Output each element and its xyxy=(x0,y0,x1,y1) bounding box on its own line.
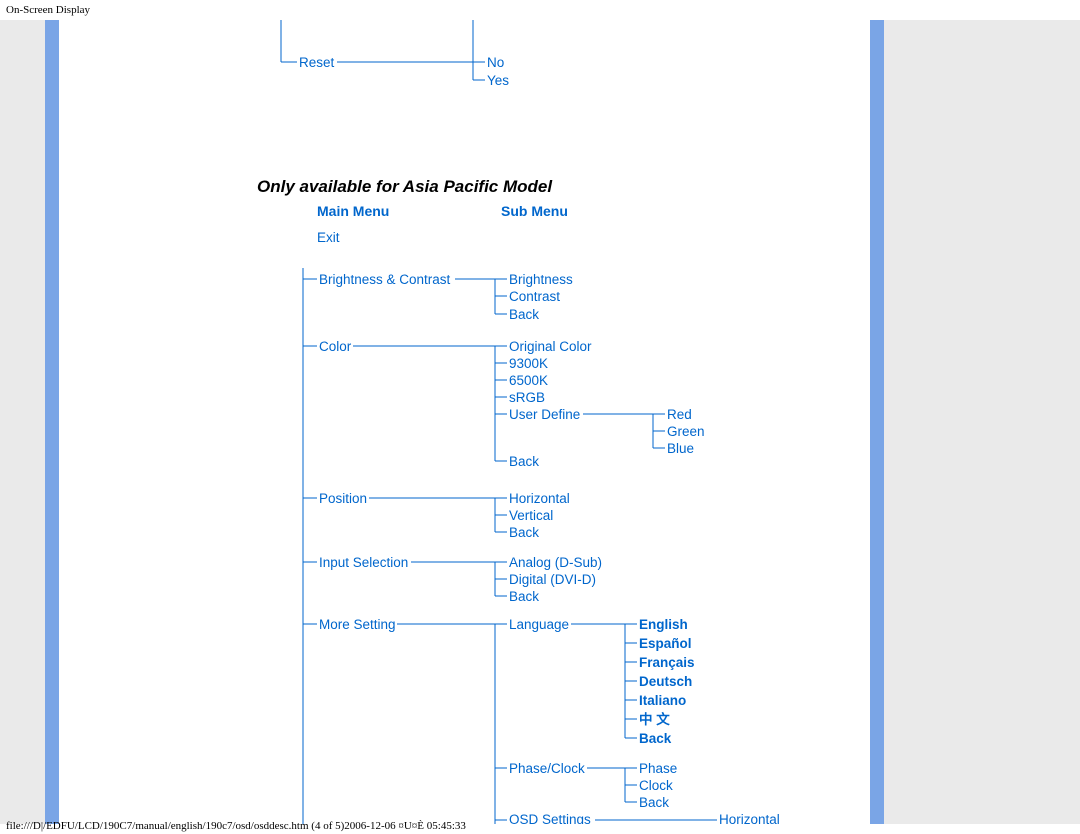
label-only-asia: Only available for Asia Pacific Model xyxy=(257,177,553,196)
label-main-menu: Main Menu xyxy=(317,203,389,219)
page-header: On-Screen Display xyxy=(0,0,1080,20)
label-back-3: Back xyxy=(509,525,539,540)
page-footer: file:///D|/EDFU/LCD/190C7/manual/english… xyxy=(6,820,466,832)
label-english: English xyxy=(639,617,688,632)
label-contrast: Contrast xyxy=(509,289,560,304)
label-back-5: Back xyxy=(639,731,672,746)
label-back-1: Back xyxy=(509,307,539,322)
label-brightness-contrast: Brightness & Contrast xyxy=(319,272,451,287)
label-9300k: 9300K xyxy=(509,356,548,371)
label-more-setting: More Setting xyxy=(319,617,396,632)
label-chinese: 中 文 xyxy=(639,711,670,727)
label-espanol: Español xyxy=(639,636,692,651)
label-clock: Clock xyxy=(639,778,673,793)
label-back-2: Back xyxy=(509,454,539,469)
osd-tree-diagram: Reset No Yes Only available for Asia Pac… xyxy=(59,20,870,824)
label-exit: Exit xyxy=(317,230,340,245)
label-phase: Phase xyxy=(639,761,677,776)
label-sub-menu: Sub Menu xyxy=(501,203,568,219)
label-position: Position xyxy=(319,491,367,506)
document-paper: Reset No Yes Only available for Asia Pac… xyxy=(59,20,870,824)
label-back-6: Back xyxy=(639,795,669,810)
label-vertical: Vertical xyxy=(509,508,553,523)
page-body: Reset No Yes Only available for Asia Pac… xyxy=(0,20,1080,824)
label-6500k: 6500K xyxy=(509,373,548,388)
label-green: Green xyxy=(667,424,705,439)
label-phase-clock: Phase/Clock xyxy=(509,761,585,776)
label-osd-settings: OSD Settings xyxy=(509,812,591,824)
label-back-4: Back xyxy=(509,589,539,604)
label-srgb: sRGB xyxy=(509,390,545,405)
label-analog: Analog (D-Sub) xyxy=(509,555,602,570)
label-reset: Reset xyxy=(299,55,335,70)
label-horizontal-1: Horizontal xyxy=(509,491,570,506)
label-no: No xyxy=(487,55,504,70)
margin-bar-left xyxy=(45,20,59,824)
label-original-color: Original Color xyxy=(509,339,592,354)
label-francais: Français xyxy=(639,655,695,670)
label-brightness: Brightness xyxy=(509,272,573,287)
label-language: Language xyxy=(509,617,569,632)
label-blue: Blue xyxy=(667,441,694,456)
label-user-define: User Define xyxy=(509,407,580,422)
label-deutsch: Deutsch xyxy=(639,674,692,689)
label-red: Red xyxy=(667,407,692,422)
label-italiano: Italiano xyxy=(639,693,686,708)
label-horizontal-2: Horizontal xyxy=(719,812,780,824)
label-input-selection: Input Selection xyxy=(319,555,408,570)
label-color: Color xyxy=(319,339,352,354)
margin-bar-right xyxy=(870,20,884,824)
label-digital: Digital (DVI-D) xyxy=(509,572,596,587)
label-yes: Yes xyxy=(487,73,509,88)
